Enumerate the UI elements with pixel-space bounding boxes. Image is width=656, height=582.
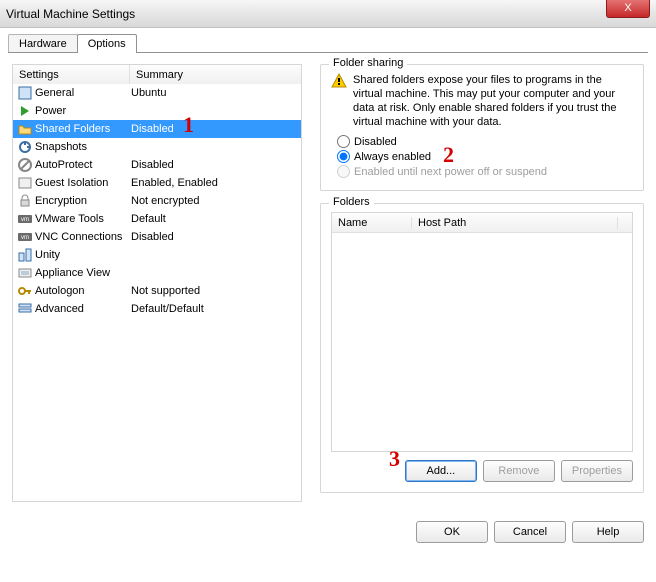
detail-pane: Folder sharing Shared folders expose you…: [320, 64, 644, 505]
folder-sharing-legend: Folder sharing: [329, 57, 407, 69]
radio-always-label: Always enabled: [354, 151, 431, 163]
radio-always[interactable]: Always enabled 2: [337, 150, 633, 163]
list-item-name: Shared Folders: [35, 123, 131, 135]
folders-table-header: Name Host Path: [332, 213, 632, 233]
folders-col-host[interactable]: Host Path: [412, 217, 618, 229]
svg-text:vm: vm: [21, 235, 29, 241]
autoprotect-icon: [17, 157, 33, 173]
list-item[interactable]: AdvancedDefault/Default: [13, 300, 301, 318]
settings-list-header: Settings Summary: [12, 64, 302, 84]
key-icon: [17, 283, 33, 299]
tab-hardware[interactable]: Hardware: [8, 34, 78, 53]
list-item-name: Encryption: [35, 195, 131, 207]
list-item[interactable]: Appliance View: [13, 264, 301, 282]
help-button[interactable]: Help: [572, 521, 644, 543]
radio-disabled[interactable]: Disabled: [337, 135, 633, 148]
list-item-summary: Not supported: [131, 285, 297, 297]
list-item-name: Unity: [35, 249, 131, 261]
dialog-footer: OK Cancel Help: [0, 513, 656, 553]
list-item[interactable]: Snapshots: [13, 138, 301, 156]
list-item-name: Autologon: [35, 285, 131, 297]
radio-always-input[interactable]: [337, 150, 350, 163]
title-bar: Virtual Machine Settings X: [0, 0, 656, 28]
unity-icon: [17, 247, 33, 263]
vmw-icon: vm: [17, 229, 33, 245]
sharing-warning-text: Shared folders expose your files to prog…: [353, 73, 633, 129]
list-item[interactable]: vm VNC ConnectionsDisabled: [13, 228, 301, 246]
radio-disabled-input[interactable]: [337, 135, 350, 148]
folder-icon: [17, 121, 33, 137]
vmw-icon: vm: [17, 211, 33, 227]
list-item-name: General: [35, 87, 131, 99]
list-item-name: Power: [35, 105, 131, 117]
list-item[interactable]: EncryptionNot encrypted: [13, 192, 301, 210]
list-item-name: Guest Isolation: [35, 177, 131, 189]
settings-col-header[interactable]: Settings: [13, 69, 129, 81]
list-item[interactable]: Guest IsolationEnabled, Enabled: [13, 174, 301, 192]
radio-until-input: [337, 165, 350, 178]
lock-icon: [17, 193, 33, 209]
ok-button[interactable]: OK: [416, 521, 488, 543]
isolation-icon: [17, 175, 33, 191]
list-item-summary: Default/Default: [131, 303, 297, 315]
list-item-summary: Disabled: [131, 159, 297, 171]
content-area: Settings Summary GeneralUbuntuPowerShare…: [0, 54, 656, 513]
advanced-icon: [17, 301, 33, 317]
list-item-summary: Disabled: [131, 123, 297, 135]
add-folder-button[interactable]: Add...: [405, 460, 477, 482]
settings-list-pane: Settings Summary GeneralUbuntuPowerShare…: [12, 64, 302, 505]
warning-icon: [331, 73, 347, 89]
list-item[interactable]: AutologonNot supported: [13, 282, 301, 300]
folder-sharing-group: Folder sharing Shared folders expose you…: [320, 64, 644, 191]
tab-options[interactable]: Options: [77, 34, 137, 53]
list-item-name: Advanced: [35, 303, 131, 315]
power-icon: [17, 103, 33, 119]
svg-text:vm: vm: [21, 217, 29, 223]
list-item-name: Snapshots: [35, 141, 131, 153]
summary-col-header[interactable]: Summary: [130, 69, 301, 81]
list-item[interactable]: Shared FoldersDisabled: [13, 120, 301, 138]
remove-folder-button: Remove: [483, 460, 555, 482]
folders-col-name[interactable]: Name: [332, 217, 412, 229]
list-item-name: VMware Tools: [35, 213, 131, 225]
folders-legend: Folders: [329, 196, 374, 208]
tabstrip: Hardware Options: [8, 34, 656, 53]
radio-until-suspend: Enabled until next power off or suspend: [337, 165, 633, 178]
list-item-summary: Default: [131, 213, 297, 225]
list-item[interactable]: Unity: [13, 246, 301, 264]
list-item-summary: Ubuntu: [131, 87, 297, 99]
appliance-icon: [17, 265, 33, 281]
list-item[interactable]: GeneralUbuntu: [13, 84, 301, 102]
folders-table[interactable]: Name Host Path: [331, 212, 633, 452]
settings-icon: [17, 85, 33, 101]
list-item-name: Appliance View: [35, 267, 131, 279]
sharing-warning: Shared folders expose your files to prog…: [331, 73, 633, 129]
list-item[interactable]: Power: [13, 102, 301, 120]
folders-group: Folders Name Host Path Add... Remove Pro…: [320, 203, 644, 493]
list-item[interactable]: AutoProtectDisabled: [13, 156, 301, 174]
radio-disabled-label: Disabled: [354, 136, 397, 148]
list-item-summary: Disabled: [131, 231, 297, 243]
settings-list[interactable]: GeneralUbuntuPowerShared FoldersDisabled…: [12, 84, 302, 502]
snapshot-icon: [17, 139, 33, 155]
radio-until-label: Enabled until next power off or suspend: [354, 166, 547, 178]
list-item-name: VNC Connections: [35, 231, 131, 243]
folder-properties-button: Properties: [561, 460, 633, 482]
window-title: Virtual Machine Settings: [6, 7, 135, 21]
list-item-summary: Not encrypted: [131, 195, 297, 207]
list-item-name: AutoProtect: [35, 159, 131, 171]
list-item[interactable]: vm VMware ToolsDefault: [13, 210, 301, 228]
folders-buttons: Add... Remove Properties 3: [331, 460, 633, 482]
cancel-button[interactable]: Cancel: [494, 521, 566, 543]
close-button[interactable]: X: [606, 0, 650, 18]
list-item-summary: Enabled, Enabled: [131, 177, 297, 189]
